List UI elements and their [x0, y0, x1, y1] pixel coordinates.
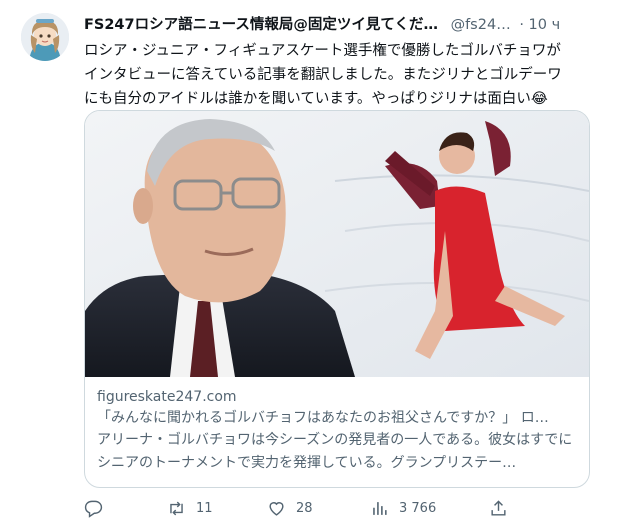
- tweet-text-line: インタビューに答えている記事を翻訳しました。またジリナとゴルデーワ: [84, 67, 562, 83]
- tweet-text-line: にも自分のアイドルは誰かを聞いています。やっぱりジリナは面白い😂: [84, 91, 548, 107]
- timestamp[interactable]: · 10 ч: [519, 14, 560, 36]
- card-image[interactable]: [85, 111, 589, 377]
- author-name[interactable]: FS247ロシア語ニュース情報局@固定ツイ見てくだ…: [84, 14, 438, 36]
- tweet-text: ロシア・ジュニア・フィギュアスケート選手権で優勝したゴルバチョワが インタビュー…: [84, 39, 589, 111]
- reply-icon: [84, 500, 103, 518]
- share-icon: [491, 499, 506, 516]
- retweet-count: 11: [196, 500, 213, 516]
- views-icon: [373, 501, 387, 515]
- avatar[interactable]: [21, 13, 69, 61]
- tweet-header: FS247ロシア語ニュース情報局@固定ツイ見てくだ… @fs24… · 10 ч: [84, 14, 614, 36]
- retweet-icon: [170, 501, 183, 515]
- card-domain: figureskate247.com: [97, 389, 237, 405]
- card-title[interactable]: 「みんなに聞かれるゴルバチョフはあなたのお祖父さんですか？」 ロ…: [97, 407, 581, 429]
- share-button[interactable]: [489, 495, 508, 521]
- like-icon: [269, 501, 284, 516]
- link-card[interactable]: figureskate247.com 「みんなに聞かれるゴルバチョフはあなたのお…: [84, 110, 590, 488]
- like-button[interactable]: 28: [267, 495, 313, 521]
- card-description: アリーナ・ゴルバチョワは今シーズンの発見者の一人である。彼女はすでにシニアのトー…: [97, 432, 573, 471]
- retweet-button[interactable]: 11: [167, 495, 213, 521]
- views-count: 3 766: [399, 500, 437, 516]
- views-button[interactable]: 3 766: [370, 495, 436, 521]
- tweet-actions: 11 28 3 766: [84, 495, 604, 521]
- tweet-text-line: ロシア・ジュニア・フィギュアスケート選手権で優勝したゴルバチョワが: [84, 43, 561, 59]
- card-meta: figureskate247.com 「みんなに聞かれるゴルバチョフはあなたのお…: [97, 387, 581, 475]
- like-count: 28: [296, 500, 313, 516]
- reply-button[interactable]: [84, 495, 113, 521]
- author-handle[interactable]: @fs24…: [451, 14, 511, 36]
- tweet-article[interactable]: FS247ロシア語ニュース情報局@固定ツイ見てくだ… @fs24… · 10 ч…: [0, 0, 625, 529]
